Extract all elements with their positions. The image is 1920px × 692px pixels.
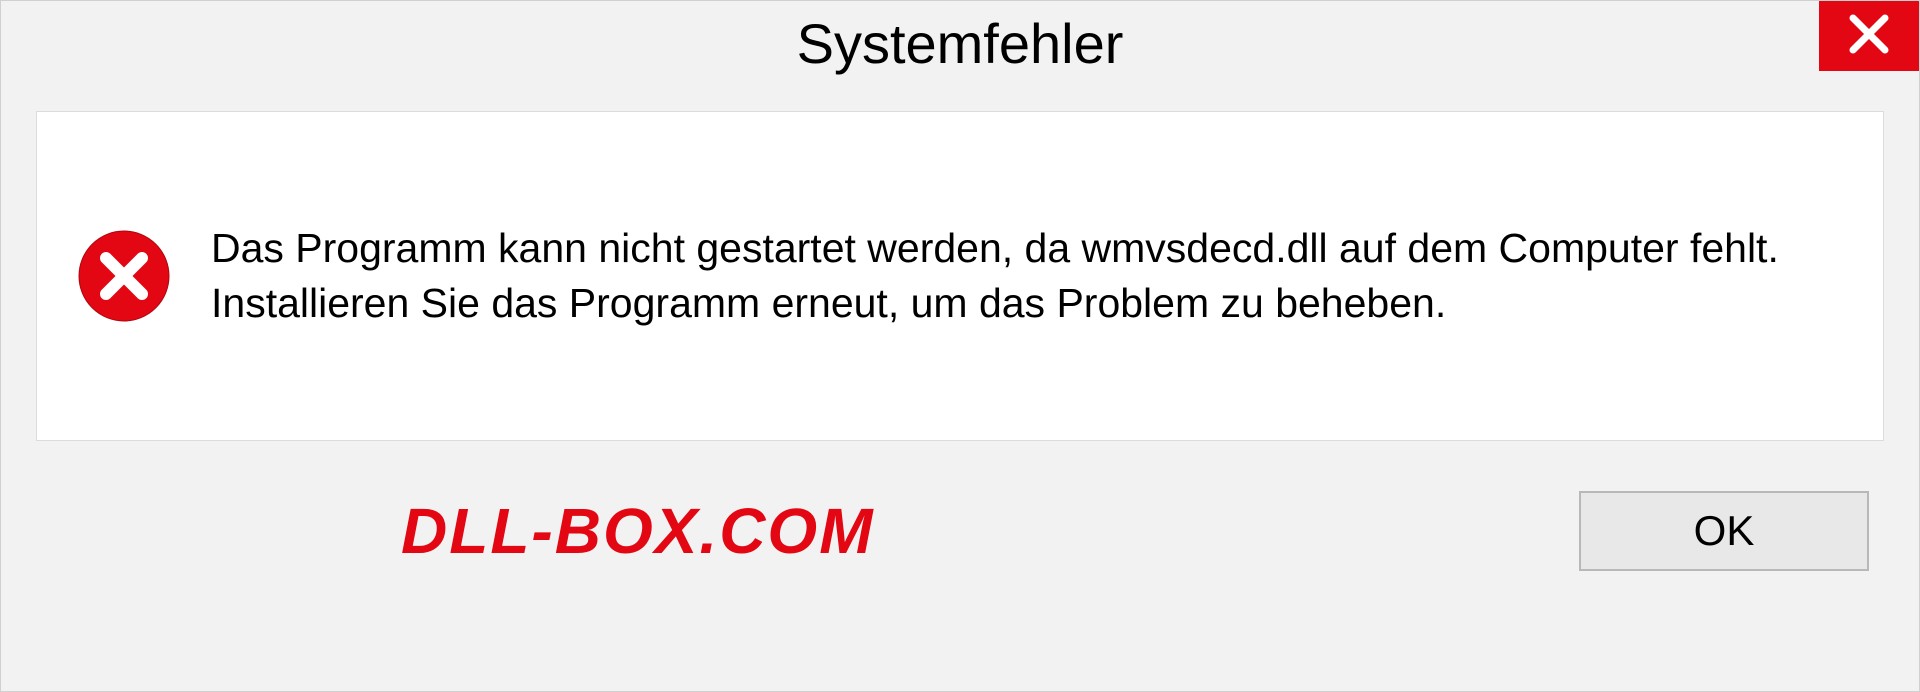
error-message: Das Programm kann nicht gestartet werden… [211, 221, 1843, 332]
ok-button[interactable]: OK [1579, 491, 1869, 571]
footer: DLL-BOX.COM OK [1, 491, 1919, 571]
close-icon [1847, 12, 1891, 61]
content-area: Das Programm kann nicht gestartet werden… [36, 111, 1884, 441]
error-icon [77, 229, 171, 323]
title-bar: Systemfehler [1, 1, 1919, 91]
close-button[interactable] [1819, 1, 1919, 71]
dialog-title: Systemfehler [797, 11, 1124, 76]
watermark-text: DLL-BOX.COM [401, 494, 875, 568]
